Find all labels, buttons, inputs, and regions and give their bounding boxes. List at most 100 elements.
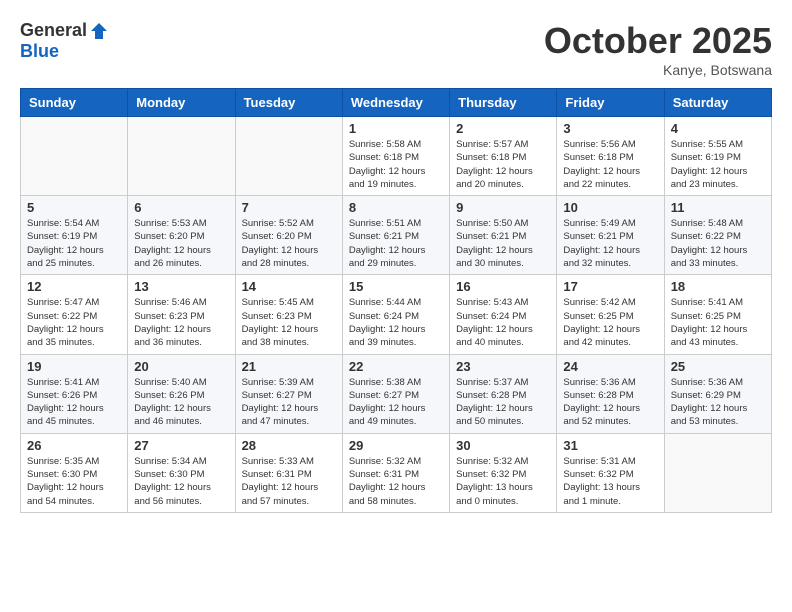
calendar-day-header: Wednesday	[342, 89, 449, 117]
day-number: 6	[134, 200, 228, 215]
day-info: Sunrise: 5:52 AM Sunset: 6:20 PM Dayligh…	[242, 217, 336, 270]
day-number: 17	[563, 279, 657, 294]
calendar-cell: 23 Sunrise: 5:37 AM Sunset: 6:28 PM Dayli…	[450, 354, 557, 433]
calendar-cell	[235, 117, 342, 196]
day-info: Sunrise: 5:33 AM Sunset: 6:31 PM Dayligh…	[242, 455, 336, 508]
calendar-cell: 10 Sunrise: 5:49 AM Sunset: 6:21 PM Dayli…	[557, 196, 664, 275]
day-info: Sunrise: 5:34 AM Sunset: 6:30 PM Dayligh…	[134, 455, 228, 508]
day-info: Sunrise: 5:38 AM Sunset: 6:27 PM Dayligh…	[349, 376, 443, 429]
day-info: Sunrise: 5:50 AM Sunset: 6:21 PM Dayligh…	[456, 217, 550, 270]
calendar-cell: 29 Sunrise: 5:32 AM Sunset: 6:31 PM Dayli…	[342, 433, 449, 512]
day-number: 8	[349, 200, 443, 215]
calendar-day-header: Monday	[128, 89, 235, 117]
logo-icon	[89, 21, 109, 41]
calendar-cell: 4 Sunrise: 5:55 AM Sunset: 6:19 PM Daylig…	[664, 117, 771, 196]
day-number: 19	[27, 359, 121, 374]
calendar-cell: 28 Sunrise: 5:33 AM Sunset: 6:31 PM Dayli…	[235, 433, 342, 512]
calendar-week-row: 1 Sunrise: 5:58 AM Sunset: 6:18 PM Daylig…	[21, 117, 772, 196]
calendar-cell: 6Sunrise: 5:53 AM Sunset: 6:20 PM Daylig…	[128, 196, 235, 275]
day-number: 27	[134, 438, 228, 453]
day-info: Sunrise: 5:42 AM Sunset: 6:25 PM Dayligh…	[563, 296, 657, 349]
day-number: 3	[563, 121, 657, 136]
calendar-cell: 19 Sunrise: 5:41 AM Sunset: 6:26 PM Dayli…	[21, 354, 128, 433]
day-number: 31	[563, 438, 657, 453]
page-header: General Blue October 2025 Kanye, Botswan…	[20, 20, 772, 78]
day-info: Sunrise: 5:55 AM Sunset: 6:19 PM Dayligh…	[671, 138, 765, 191]
day-number: 13	[134, 279, 228, 294]
calendar-cell: 1 Sunrise: 5:58 AM Sunset: 6:18 PM Daylig…	[342, 117, 449, 196]
day-number: 21	[242, 359, 336, 374]
day-info: Sunrise: 5:31 AM Sunset: 6:32 PM Dayligh…	[563, 455, 657, 508]
calendar-cell: 24 Sunrise: 5:36 AM Sunset: 6:28 PM Dayli…	[557, 354, 664, 433]
day-number: 28	[242, 438, 336, 453]
calendar-week-row: 19 Sunrise: 5:41 AM Sunset: 6:26 PM Dayli…	[21, 354, 772, 433]
day-info: Sunrise: 5:32 AM Sunset: 6:31 PM Dayligh…	[349, 455, 443, 508]
calendar-cell: 18 Sunrise: 5:41 AM Sunset: 6:25 PM Dayli…	[664, 275, 771, 354]
calendar-cell: 21Sunrise: 5:39 AM Sunset: 6:27 PM Dayli…	[235, 354, 342, 433]
calendar-cell	[664, 433, 771, 512]
day-info: Sunrise: 5:58 AM Sunset: 6:18 PM Dayligh…	[349, 138, 443, 191]
day-number: 5	[27, 200, 121, 215]
day-number: 2	[456, 121, 550, 136]
day-info: Sunrise: 5:41 AM Sunset: 6:26 PM Dayligh…	[27, 376, 121, 429]
day-info: Sunrise: 5:32 AM Sunset: 6:32 PM Dayligh…	[456, 455, 550, 508]
calendar-day-header: Sunday	[21, 89, 128, 117]
calendar-day-header: Saturday	[664, 89, 771, 117]
calendar-header-row: SundayMondayTuesdayWednesdayThursdayFrid…	[21, 89, 772, 117]
day-info: Sunrise: 5:44 AM Sunset: 6:24 PM Dayligh…	[349, 296, 443, 349]
day-info: Sunrise: 5:54 AM Sunset: 6:19 PM Dayligh…	[27, 217, 121, 270]
day-info: Sunrise: 5:57 AM Sunset: 6:18 PM Dayligh…	[456, 138, 550, 191]
day-info: Sunrise: 5:41 AM Sunset: 6:25 PM Dayligh…	[671, 296, 765, 349]
day-number: 15	[349, 279, 443, 294]
day-number: 10	[563, 200, 657, 215]
day-number: 22	[349, 359, 443, 374]
month-title: October 2025	[544, 20, 772, 62]
day-info: Sunrise: 5:47 AM Sunset: 6:22 PM Dayligh…	[27, 296, 121, 349]
day-number: 4	[671, 121, 765, 136]
calendar-cell: 17 Sunrise: 5:42 AM Sunset: 6:25 PM Dayli…	[557, 275, 664, 354]
day-number: 25	[671, 359, 765, 374]
day-number: 9	[456, 200, 550, 215]
calendar-cell: 22 Sunrise: 5:38 AM Sunset: 6:27 PM Dayli…	[342, 354, 449, 433]
day-number: 24	[563, 359, 657, 374]
calendar-day-header: Friday	[557, 89, 664, 117]
day-number: 14	[242, 279, 336, 294]
day-info: Sunrise: 5:35 AM Sunset: 6:30 PM Dayligh…	[27, 455, 121, 508]
day-info: Sunrise: 5:56 AM Sunset: 6:18 PM Dayligh…	[563, 138, 657, 191]
day-number: 23	[456, 359, 550, 374]
logo-blue-text: Blue	[20, 41, 59, 62]
day-number: 26	[27, 438, 121, 453]
day-number: 30	[456, 438, 550, 453]
calendar-cell	[128, 117, 235, 196]
calendar-table: SundayMondayTuesdayWednesdayThursdayFrid…	[20, 88, 772, 513]
day-info: Sunrise: 5:40 AM Sunset: 6:26 PM Dayligh…	[134, 376, 228, 429]
calendar-day-header: Tuesday	[235, 89, 342, 117]
day-number: 20	[134, 359, 228, 374]
day-number: 1	[349, 121, 443, 136]
calendar-cell: 26 Sunrise: 5:35 AM Sunset: 6:30 PM Dayli…	[21, 433, 128, 512]
calendar-cell: 8Sunrise: 5:51 AM Sunset: 6:21 PM Daylig…	[342, 196, 449, 275]
day-info: Sunrise: 5:37 AM Sunset: 6:28 PM Dayligh…	[456, 376, 550, 429]
day-number: 29	[349, 438, 443, 453]
day-info: Sunrise: 5:36 AM Sunset: 6:28 PM Dayligh…	[563, 376, 657, 429]
location-text: Kanye, Botswana	[544, 62, 772, 78]
calendar-cell: 15 Sunrise: 5:44 AM Sunset: 6:24 PM Dayli…	[342, 275, 449, 354]
day-number: 16	[456, 279, 550, 294]
logo: General Blue	[20, 20, 109, 62]
day-number: 18	[671, 279, 765, 294]
calendar-cell: 25Sunrise: 5:36 AM Sunset: 6:29 PM Dayli…	[664, 354, 771, 433]
calendar-cell: 5 Sunrise: 5:54 AM Sunset: 6:19 PM Daylig…	[21, 196, 128, 275]
calendar-cell: 3 Sunrise: 5:56 AM Sunset: 6:18 PM Daylig…	[557, 117, 664, 196]
day-info: Sunrise: 5:45 AM Sunset: 6:23 PM Dayligh…	[242, 296, 336, 349]
calendar-cell: 12 Sunrise: 5:47 AM Sunset: 6:22 PM Dayli…	[21, 275, 128, 354]
calendar-cell: 14 Sunrise: 5:45 AM Sunset: 6:23 PM Dayli…	[235, 275, 342, 354]
calendar-cell: 13Sunrise: 5:46 AM Sunset: 6:23 PM Dayli…	[128, 275, 235, 354]
calendar-week-row: 26 Sunrise: 5:35 AM Sunset: 6:30 PM Dayli…	[21, 433, 772, 512]
day-info: Sunrise: 5:49 AM Sunset: 6:21 PM Dayligh…	[563, 217, 657, 270]
calendar-cell: 2 Sunrise: 5:57 AM Sunset: 6:18 PM Daylig…	[450, 117, 557, 196]
calendar-week-row: 5 Sunrise: 5:54 AM Sunset: 6:19 PM Daylig…	[21, 196, 772, 275]
calendar-cell: 11Sunrise: 5:48 AM Sunset: 6:22 PM Dayli…	[664, 196, 771, 275]
day-number: 7	[242, 200, 336, 215]
calendar-day-header: Thursday	[450, 89, 557, 117]
day-number: 12	[27, 279, 121, 294]
